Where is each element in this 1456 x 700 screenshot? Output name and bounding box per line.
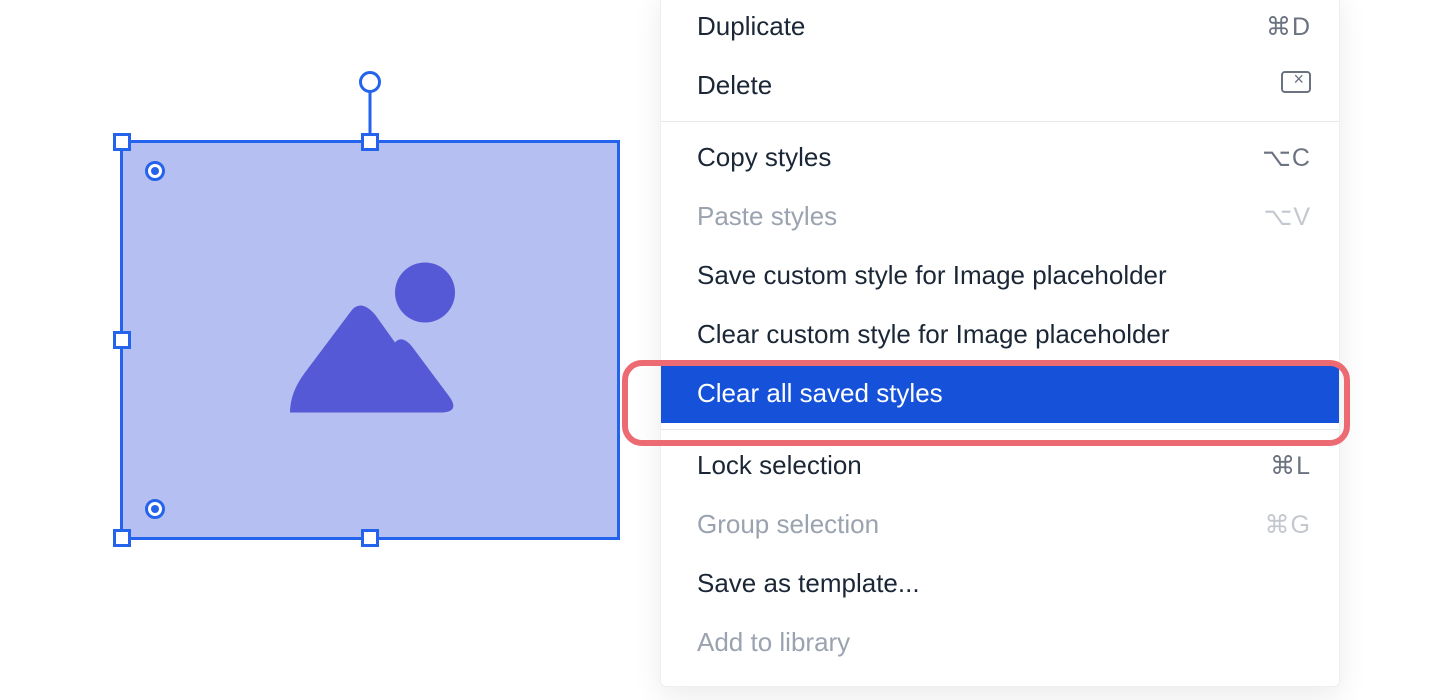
menu-item-shortcut: ⌥V [1264,202,1311,232]
menu-item-shortcut: ⌘G [1265,510,1311,540]
menu-item-save-as-template[interactable]: Save as template... [661,554,1339,613]
menu-item-label: Add to library [697,627,850,658]
menu-item-shortcut: ⌘L [1270,451,1311,481]
context-menu: Duplicate ⌘D Delete Copy styles ⌥C Paste… [660,0,1340,687]
menu-item-label: Duplicate [697,11,805,42]
snap-point-top-left[interactable] [145,161,165,181]
menu-item-lock-selection[interactable]: Lock selection ⌘L [661,436,1339,495]
selection-handle-bottom-left[interactable] [113,529,131,547]
menu-item-duplicate[interactable]: Duplicate ⌘D [661,0,1339,56]
menu-item-group-selection: Group selection ⌘G [661,495,1339,554]
menu-item-clear-custom-style[interactable]: Clear custom style for Image placeholder [661,305,1339,364]
menu-item-copy-styles[interactable]: Copy styles ⌥C [661,128,1339,187]
menu-item-label: Save custom style for Image placeholder [697,260,1167,291]
menu-divider [661,429,1339,430]
menu-item-clear-all-saved-styles[interactable]: Clear all saved styles [661,364,1339,423]
menu-item-shortcut: ⌥C [1262,143,1311,173]
image-placeholder-icon [260,243,480,438]
menu-item-label: Delete [697,70,772,101]
selection-handle-bottom-middle[interactable] [361,529,379,547]
selection-handle-middle-left[interactable] [113,331,131,349]
menu-item-label: Paste styles [697,201,837,232]
menu-item-label: Lock selection [697,450,862,481]
selection-handle-top-left[interactable] [113,133,131,151]
backspace-icon [1281,71,1311,100]
selection-rotate-handle[interactable] [359,71,381,93]
menu-item-add-to-library: Add to library [661,613,1339,672]
menu-item-label: Group selection [697,509,879,540]
menu-item-delete[interactable]: Delete [661,56,1339,115]
menu-item-label: Clear all saved styles [697,378,943,409]
menu-item-label: Clear custom style for Image placeholder [697,319,1170,350]
menu-item-label: Copy styles [697,142,831,173]
menu-item-paste-styles: Paste styles ⌥V [661,187,1339,246]
selection-handle-top-middle[interactable] [361,133,379,151]
menu-item-save-custom-style[interactable]: Save custom style for Image placeholder [661,246,1339,305]
selected-image-placeholder[interactable] [120,140,620,540]
menu-divider [661,121,1339,122]
selection-rotate-stem [369,87,372,133]
menu-item-label: Save as template... [697,568,920,599]
menu-item-shortcut: ⌘D [1266,12,1311,42]
snap-point-bottom-left[interactable] [145,499,165,519]
